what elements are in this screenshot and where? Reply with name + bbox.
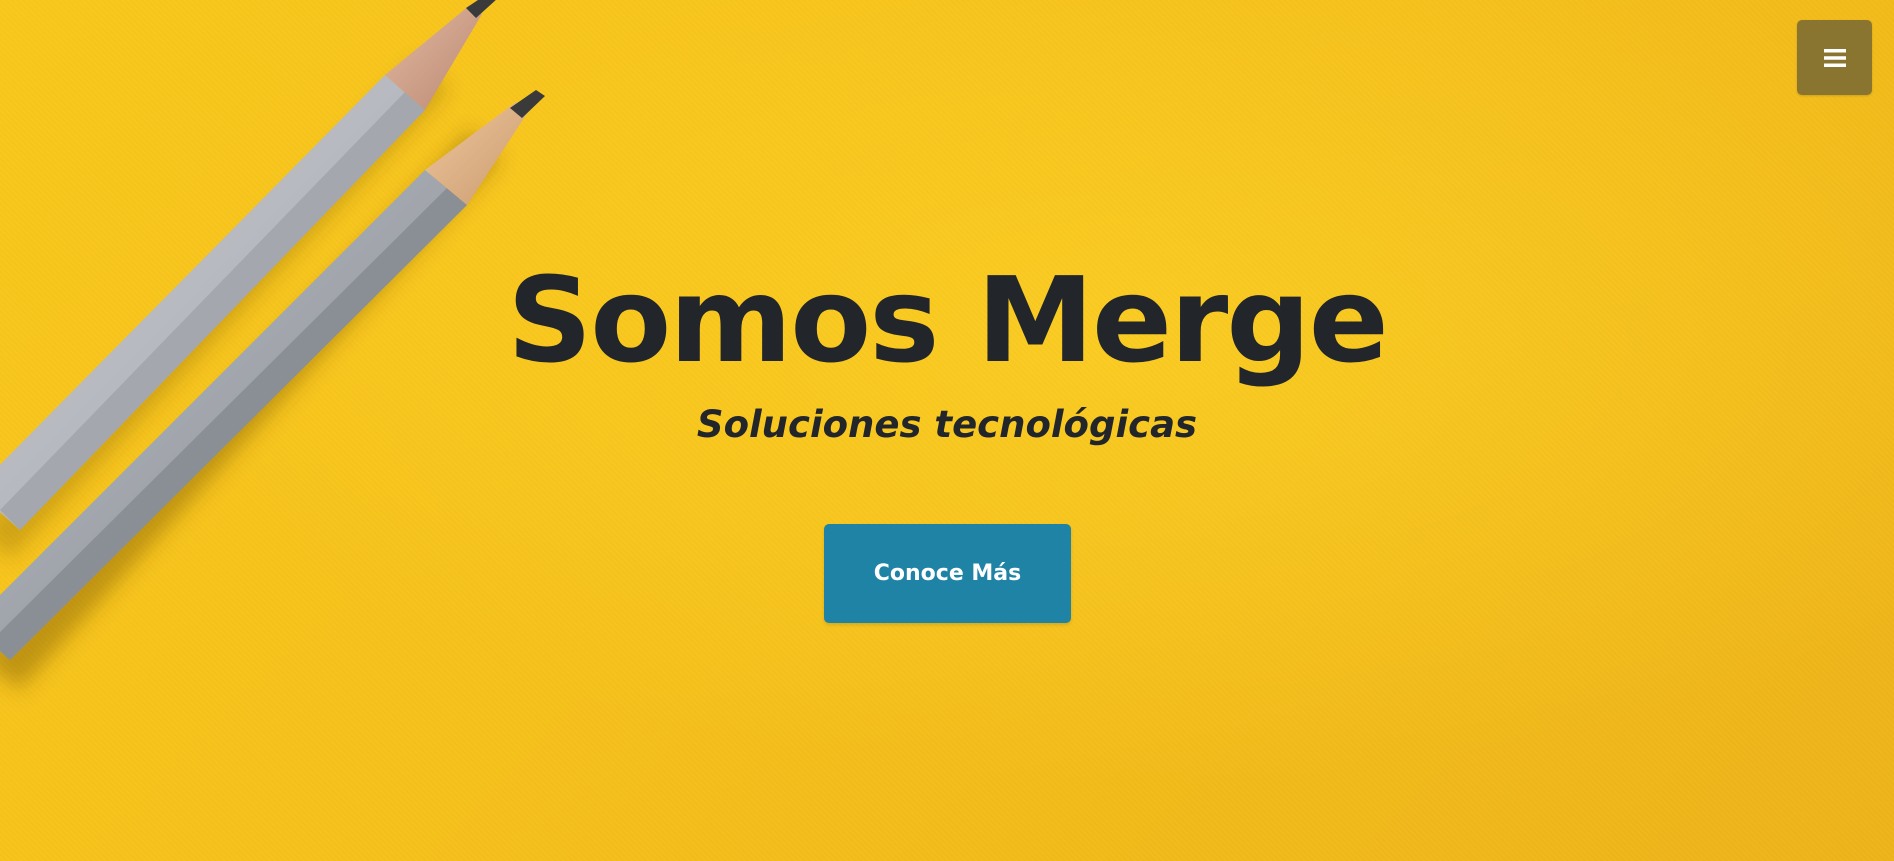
hero-subtitle: Soluciones tecnológicas [696, 403, 1198, 446]
hero-section: Somos Merge Soluciones tecnológicas Cono… [0, 0, 1894, 861]
learn-more-button[interactable]: Conoce Más [824, 524, 1071, 623]
hero-content: Somos Merge Soluciones tecnológicas Cono… [0, 0, 1894, 861]
hero-title: Somos Merge [507, 251, 1389, 389]
hamburger-menu-icon [1823, 48, 1846, 67]
menu-toggle-button[interactable] [1797, 20, 1872, 95]
